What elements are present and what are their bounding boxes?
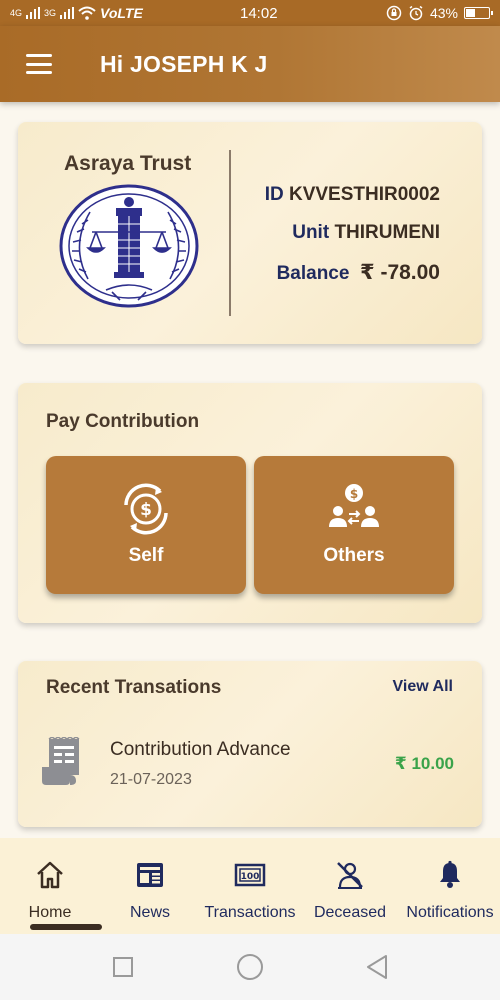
pay-contribution-card: Pay Contribution $ Self $ Others [18,383,482,623]
transaction-row[interactable]: Contribution Advance 21-07-2023 ₹ 10.00 [18,727,482,797]
network-type-label: VoLTE [100,5,143,21]
greeting-title: Hi JOSEPH K J [100,50,268,77]
svg-text:$: $ [350,487,358,501]
trust-name: Asraya Trust [64,152,192,175]
signal-3g-label: 3G [44,7,57,18]
trust-emblem-icon [59,184,199,308]
signal-4g-label: 4G [10,7,23,18]
svg-text:100: 100 [241,872,260,882]
pay-self-label: Self [128,545,164,566]
nav-home-label: Home [28,904,72,921]
unit-label: Unit [292,222,330,243]
pay-self-button[interactable]: $ Self [46,456,246,594]
unit-line: Unit THIRUMENI [292,222,440,244]
lock-rotation-icon [386,5,402,21]
transaction-amount: ₹ 10.00 [394,754,454,773]
money-icon: 100 [234,863,266,887]
balance-line: Balance ₹ -78.00 [277,260,440,285]
pay-others-label: Others [323,545,385,566]
system-navigation-bar [0,934,500,1000]
transaction-title: Contribution Advance [110,739,291,760]
battery-percent: 43% [429,5,458,21]
status-time: 14:02 [240,4,278,22]
battery-level [466,9,475,17]
nav-transactions[interactable]: 100 Transactions [200,838,300,934]
people-exchange-icon: $ [329,484,379,527]
newspaper-icon [137,863,163,887]
balance-value: ₹ -78.00 [360,261,440,284]
home-system-button[interactable] [230,947,270,987]
hamburger-menu-icon[interactable] [26,54,52,74]
nav-news-label: News [129,904,170,921]
status-right: 43% [386,5,493,21]
battery-icon [464,7,493,19]
svg-text:$: $ [140,500,152,520]
nav-news[interactable]: News [100,838,200,934]
member-id-line: ID KVVESTHIR0002 [265,184,440,206]
nav-deceased-label: Deceased [313,904,387,921]
balance-label: Balance [276,263,350,284]
nav-transactions-label: Transactions [204,904,296,921]
money-cycle-icon: $ [124,483,168,535]
active-tab-indicator [30,924,102,930]
nav-home[interactable]: Home [0,838,102,934]
member-id-value: KVVESTHIR0002 [288,184,440,205]
bottom-navigation: Home News 100 Transactions Deceased Noti… [0,838,500,934]
pay-others-button[interactable]: $ Others [254,456,454,594]
app-bar: Hi JOSEPH K J [0,26,500,102]
circle-icon [236,954,263,980]
bell-icon [440,860,460,888]
home-icon [37,861,63,889]
member-id-label: ID [264,184,284,205]
wifi-icon [78,6,96,20]
alarm-icon [409,5,423,21]
recent-apps-button[interactable] [103,947,143,987]
deceased-icon [337,862,363,889]
recent-transactions-heading: Recent Transations [46,677,222,698]
status-left: 4G 3G VoLTE [10,5,200,21]
status-bar: 4G 3G VoLTE 14:02 43% [0,0,500,26]
signal-bars-icon [26,7,41,19]
back-triangle-icon [366,955,387,979]
receipt-icon [42,737,80,785]
pay-contribution-heading: Pay Contribution [46,411,200,432]
card-divider [229,150,231,316]
square-icon [113,957,134,977]
nav-deceased[interactable]: Deceased [300,838,400,934]
nav-notifications[interactable]: Notifications [400,838,500,934]
trust-info-card: Asraya Trust ID KVVESTHIR0002 Unit THIRU… [18,122,482,344]
view-all-link[interactable]: View All [393,678,453,696]
signal-bars-icon [60,7,75,19]
recent-transactions-card: Recent Transations View All Contribution… [18,661,482,827]
transaction-date: 21-07-2023 [110,771,192,788]
nav-notifications-label: Notifications [406,904,494,921]
back-button[interactable] [357,947,397,987]
unit-value: THIRUMENI [334,222,440,243]
